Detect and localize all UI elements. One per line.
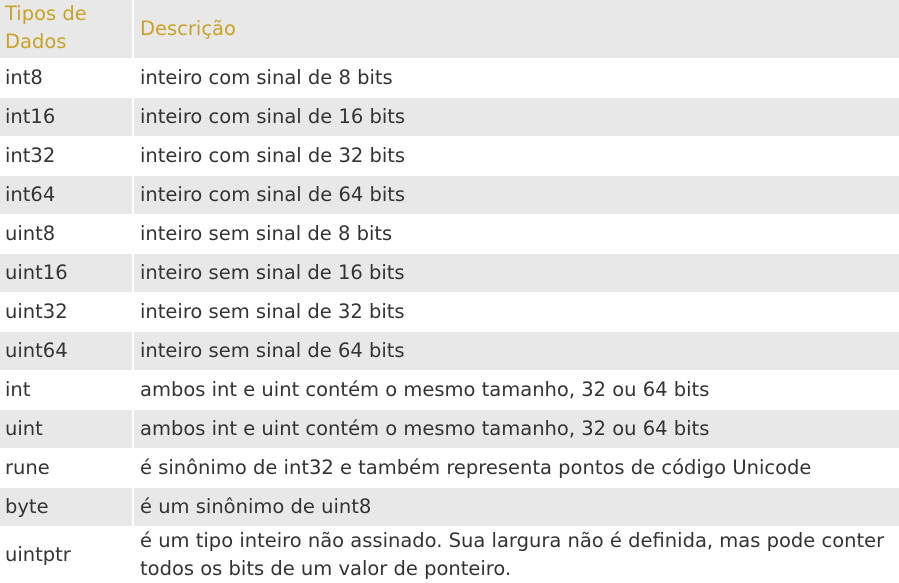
table-row: uint16 inteiro sem sinal de 16 bits bbox=[0, 253, 899, 292]
description-cell: ambos int e uint contém o mesmo tamanho,… bbox=[134, 409, 899, 448]
type-cell: uint bbox=[0, 409, 134, 448]
type-cell: int32 bbox=[0, 136, 134, 175]
table-row: int8 inteiro com sinal de 8 bits bbox=[0, 58, 899, 97]
type-cell: uint64 bbox=[0, 331, 134, 370]
description-cell: inteiro com sinal de 8 bits bbox=[134, 58, 899, 97]
table-row: uint64 inteiro sem sinal de 64 bits bbox=[0, 331, 899, 370]
description-cell: inteiro com sinal de 16 bits bbox=[134, 97, 899, 136]
table-row: int64 inteiro com sinal de 64 bits bbox=[0, 175, 899, 214]
table-row: uintptr é um tipo inteiro não assinado. … bbox=[0, 526, 899, 583]
data-types-table: Tipos de Dados Descrição int8 inteiro co… bbox=[0, 0, 899, 583]
description-cell: inteiro com sinal de 32 bits bbox=[134, 136, 899, 175]
type-cell: uint16 bbox=[0, 253, 134, 292]
table-row: uint ambos int e uint contém o mesmo tam… bbox=[0, 409, 899, 448]
type-cell: rune bbox=[0, 448, 134, 487]
table-row: int16 inteiro com sinal de 16 bits bbox=[0, 97, 899, 136]
header-description: Descrição bbox=[134, 0, 899, 58]
table-row: int ambos int e uint contém o mesmo tama… bbox=[0, 370, 899, 409]
description-cell: inteiro sem sinal de 16 bits bbox=[134, 253, 899, 292]
description-cell: ambos int e uint contém o mesmo tamanho,… bbox=[134, 370, 899, 409]
description-cell: inteiro com sinal de 64 bits bbox=[134, 175, 899, 214]
table-row: uint8 inteiro sem sinal de 8 bits bbox=[0, 214, 899, 253]
type-cell: uintptr bbox=[0, 526, 134, 583]
type-cell: int64 bbox=[0, 175, 134, 214]
type-cell: int8 bbox=[0, 58, 134, 97]
type-cell: int16 bbox=[0, 97, 134, 136]
table-row: rune é sinônimo de int32 e também repres… bbox=[0, 448, 899, 487]
description-cell: é um sinônimo de uint8 bbox=[134, 487, 899, 526]
type-cell: int bbox=[0, 370, 134, 409]
description-cell: é sinônimo de int32 e também representa … bbox=[134, 448, 899, 487]
type-cell: byte bbox=[0, 487, 134, 526]
table-header-row: Tipos de Dados Descrição bbox=[0, 0, 899, 58]
description-cell: inteiro sem sinal de 8 bits bbox=[134, 214, 899, 253]
description-cell: inteiro sem sinal de 32 bits bbox=[134, 292, 899, 331]
type-cell: uint8 bbox=[0, 214, 134, 253]
table-row: uint32 inteiro sem sinal de 32 bits bbox=[0, 292, 899, 331]
type-cell: uint32 bbox=[0, 292, 134, 331]
description-cell: inteiro sem sinal de 64 bits bbox=[134, 331, 899, 370]
description-cell: é um tipo inteiro não assinado. Sua larg… bbox=[134, 526, 899, 583]
table-row: byte é um sinônimo de uint8 bbox=[0, 487, 899, 526]
table-row: int32 inteiro com sinal de 32 bits bbox=[0, 136, 899, 175]
header-type: Tipos de Dados bbox=[0, 0, 134, 58]
